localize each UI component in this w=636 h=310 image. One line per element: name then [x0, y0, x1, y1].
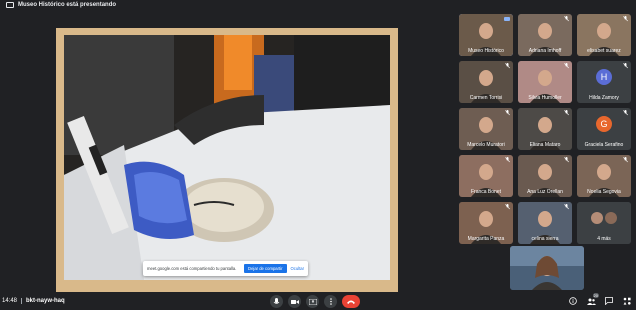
- people-icon: [586, 298, 596, 305]
- participant-tile[interactable]: H Hilda Zamory: [577, 61, 631, 103]
- camera-button[interactable]: [288, 295, 301, 308]
- participant-name: Silvia Humoller: [528, 95, 562, 101]
- share-notice-text: meet.google.com está compartiendo tu pan…: [147, 266, 237, 271]
- participant-name: 4 más: [597, 236, 611, 242]
- participant-name: Graciela Serafino: [584, 142, 624, 148]
- meet-window: { "presenter_banner": "Museo Histórico e…: [0, 0, 636, 310]
- present-button[interactable]: [306, 295, 319, 308]
- participant-name: Noelia Segovia: [587, 189, 621, 195]
- more-options-button[interactable]: [324, 295, 337, 308]
- mic-off-icon: [623, 63, 628, 69]
- participants-count: 20: [592, 293, 599, 298]
- participant-tile[interactable]: Museo Histórico: [459, 14, 513, 56]
- activities-icon: [623, 297, 631, 305]
- initial-avatar: G: [596, 116, 612, 132]
- mic-off-icon: [564, 157, 569, 163]
- participant-name: Carmen Torrisi: [469, 95, 503, 101]
- meeting-code: bkt-nayw-haq: [26, 298, 65, 304]
- shared-photo: [64, 35, 390, 280]
- participant-tile[interactable]: Ana Luz Orellan: [518, 155, 572, 197]
- participant-name: Eliana Mataro: [529, 142, 561, 148]
- hang-up-icon: [347, 300, 355, 304]
- bottom-toolbar: 14:48 bkt-nayw-haq 20: [0, 292, 636, 310]
- hide-button[interactable]: Ocultar: [291, 266, 305, 271]
- participant-tile[interactable]: G Graciela Serafino: [577, 108, 631, 150]
- mic-button[interactable]: [270, 295, 283, 308]
- mic-off-icon: [564, 110, 569, 116]
- camera-icon: [290, 299, 299, 304]
- participant-tile[interactable]: elisabet suarez: [577, 14, 631, 56]
- presenter-label: Museo Histórico está presentando: [18, 2, 117, 8]
- initial-avatar: H: [596, 69, 612, 85]
- activities-button[interactable]: [622, 296, 632, 306]
- participant-tile[interactable]: Marcelo Muratori: [459, 108, 513, 150]
- mic-off-icon: [564, 16, 569, 22]
- mic-off-icon: [623, 110, 628, 116]
- presenter-banner: Museo Histórico está presentando: [0, 0, 636, 10]
- separator: [21, 298, 23, 304]
- clock-time: 14:48: [2, 298, 18, 304]
- leave-call-button[interactable]: [342, 295, 360, 308]
- mic-off-icon: [505, 204, 510, 210]
- info-icon: [569, 297, 577, 305]
- shared-screen: meet.google.com está compartiendo tu pan…: [56, 28, 398, 292]
- self-view[interactable]: [510, 246, 584, 290]
- participant-name: Hilda Zamory: [589, 95, 619, 101]
- mic-off-icon: [505, 63, 510, 69]
- mic-off-icon: [623, 16, 628, 22]
- mic-off-icon: [564, 63, 569, 69]
- participant-name: Ana Luz Orellan: [527, 189, 563, 195]
- screen-share-notice: meet.google.com está compartiendo tu pan…: [143, 261, 308, 276]
- participant-tile[interactable]: Silvia Humoller: [518, 61, 572, 103]
- participant-name: Marcelo Muratori: [467, 142, 505, 148]
- side-controls: 20: [568, 293, 632, 306]
- participant-tile[interactable]: Margarita Panza: [459, 202, 513, 244]
- speaking-indicator-icon: [504, 17, 510, 21]
- participant-name: elisabet suarez: [587, 48, 621, 54]
- self-view-photo: [510, 246, 584, 290]
- presentation-area: meet.google.com está compartiendo tu pan…: [0, 12, 455, 292]
- participant-tile[interactable]: Adriana Imhoff: [518, 14, 572, 56]
- participant-name: celina sierra: [531, 236, 559, 242]
- participant-tile[interactable]: celina sierra: [518, 202, 572, 244]
- participant-tile[interactable]: Franca Bonet: [459, 155, 513, 197]
- participant-name: Adriana Imhoff: [528, 48, 562, 54]
- participant-tile[interactable]: Carmen Torrisi: [459, 61, 513, 103]
- mic-off-icon: [564, 204, 569, 210]
- participant-name: Museo Histórico: [468, 48, 504, 54]
- participant-tile[interactable]: 4 más: [577, 202, 631, 244]
- mic-icon: [273, 297, 280, 304]
- chat-icon: [605, 297, 613, 305]
- mic-off-icon: [505, 110, 510, 116]
- more-vert-icon: [329, 298, 332, 305]
- participant-tile[interactable]: Eliana Mataro: [518, 108, 572, 150]
- mic-off-icon: [623, 157, 628, 163]
- participant-name: Franca Bonet: [470, 189, 502, 195]
- chat-button[interactable]: [604, 296, 614, 306]
- photo-illustration: [64, 35, 390, 280]
- present-icon: [308, 298, 317, 305]
- call-controls: [270, 295, 360, 308]
- present-screen-icon: [6, 2, 14, 8]
- stop-sharing-button[interactable]: Dejar de compartir: [244, 264, 287, 273]
- participant-tile[interactable]: Noelia Segovia: [577, 155, 631, 197]
- people-button[interactable]: 20: [586, 293, 599, 306]
- mic-off-icon: [505, 157, 510, 163]
- participant-name: Margarita Panza: [467, 236, 505, 242]
- info-button[interactable]: [568, 296, 578, 306]
